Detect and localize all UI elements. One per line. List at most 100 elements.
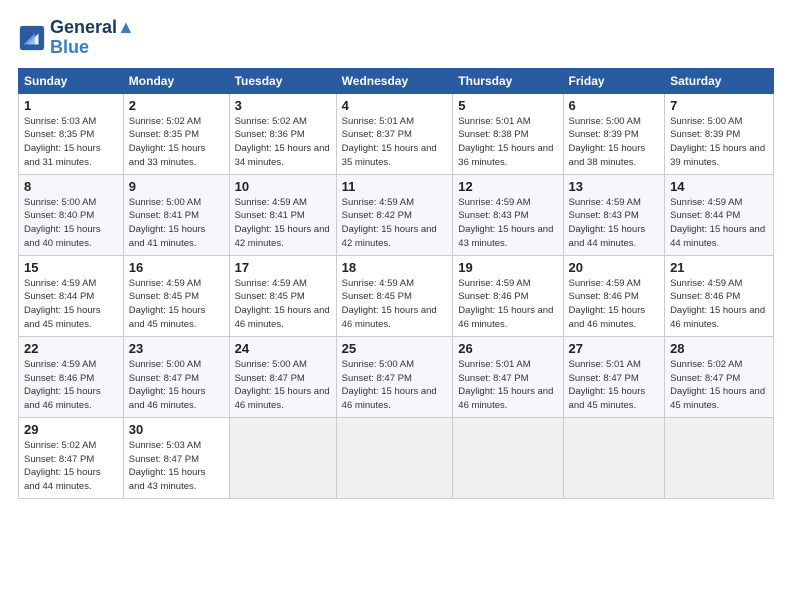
day-info: Sunrise: 5:00 AMSunset: 8:39 PMDaylight:… — [670, 115, 768, 170]
col-header-friday: Friday — [563, 68, 665, 93]
day-info: Sunrise: 4:59 AMSunset: 8:46 PMDaylight:… — [569, 277, 660, 332]
logo-icon — [18, 24, 46, 52]
day-info: Sunrise: 5:00 AMSunset: 8:39 PMDaylight:… — [569, 115, 660, 170]
day-info: Sunrise: 4:59 AMSunset: 8:44 PMDaylight:… — [24, 277, 118, 332]
calendar-cell: 18 Sunrise: 4:59 AMSunset: 8:45 PMDayligh… — [336, 255, 453, 336]
day-info: Sunrise: 5:00 AMSunset: 8:47 PMDaylight:… — [129, 358, 224, 413]
calendar-cell: 13 Sunrise: 4:59 AMSunset: 8:43 PMDayligh… — [563, 174, 665, 255]
day-info: Sunrise: 5:00 AMSunset: 8:47 PMDaylight:… — [235, 358, 331, 413]
calendar-cell: 24 Sunrise: 5:00 AMSunset: 8:47 PMDayligh… — [229, 336, 336, 417]
col-header-wednesday: Wednesday — [336, 68, 453, 93]
day-info: Sunrise: 5:00 AMSunset: 8:47 PMDaylight:… — [342, 358, 448, 413]
day-number: 1 — [24, 98, 118, 113]
day-number: 7 — [670, 98, 768, 113]
day-info: Sunrise: 5:01 AMSunset: 8:38 PMDaylight:… — [458, 115, 557, 170]
col-header-monday: Monday — [123, 68, 229, 93]
day-info: Sunrise: 5:02 AMSunset: 8:35 PMDaylight:… — [129, 115, 224, 170]
calendar-cell: 14 Sunrise: 4:59 AMSunset: 8:44 PMDayligh… — [665, 174, 774, 255]
calendar-cell — [336, 417, 453, 498]
calendar-cell: 8 Sunrise: 5:00 AMSunset: 8:40 PMDaylight… — [19, 174, 124, 255]
calendar-week-3: 22 Sunrise: 4:59 AMSunset: 8:46 PMDayligh… — [19, 336, 774, 417]
logo: General▲ Blue — [18, 18, 135, 58]
day-number: 27 — [569, 341, 660, 356]
day-number: 10 — [235, 179, 331, 194]
day-info: Sunrise: 4:59 AMSunset: 8:46 PMDaylight:… — [458, 277, 557, 332]
day-info: Sunrise: 4:59 AMSunset: 8:44 PMDaylight:… — [670, 196, 768, 251]
day-number: 5 — [458, 98, 557, 113]
day-info: Sunrise: 5:03 AMSunset: 8:47 PMDaylight:… — [129, 439, 224, 494]
calendar-cell: 20 Sunrise: 4:59 AMSunset: 8:46 PMDayligh… — [563, 255, 665, 336]
day-info: Sunrise: 4:59 AMSunset: 8:42 PMDaylight:… — [342, 196, 448, 251]
day-info: Sunrise: 4:59 AMSunset: 8:43 PMDaylight:… — [569, 196, 660, 251]
calendar-cell: 19 Sunrise: 4:59 AMSunset: 8:46 PMDayligh… — [453, 255, 563, 336]
col-header-tuesday: Tuesday — [229, 68, 336, 93]
calendar-cell: 7 Sunrise: 5:00 AMSunset: 8:39 PMDaylight… — [665, 93, 774, 174]
day-number: 17 — [235, 260, 331, 275]
calendar-cell: 17Sunrise: 4:59 AMSunset: 8:45 PMDayligh… — [229, 255, 336, 336]
day-info: Sunrise: 5:00 AMSunset: 8:40 PMDaylight:… — [24, 196, 118, 251]
day-number: 4 — [342, 98, 448, 113]
day-info: Sunrise: 5:01 AMSunset: 8:37 PMDaylight:… — [342, 115, 448, 170]
day-info: Sunrise: 5:02 AMSunset: 8:47 PMDaylight:… — [670, 358, 768, 413]
calendar-cell: 21 Sunrise: 4:59 AMSunset: 8:46 PMDayligh… — [665, 255, 774, 336]
calendar-cell: 1 Sunrise: 5:03 AMSunset: 8:35 PMDaylight… — [19, 93, 124, 174]
day-info: Sunrise: 4:59 AMSunset: 8:46 PMDaylight:… — [670, 277, 768, 332]
col-header-saturday: Saturday — [665, 68, 774, 93]
calendar-week-2: 15 Sunrise: 4:59 AMSunset: 8:44 PMDayligh… — [19, 255, 774, 336]
col-header-sunday: Sunday — [19, 68, 124, 93]
calendar-cell: 23 Sunrise: 5:00 AMSunset: 8:47 PMDayligh… — [123, 336, 229, 417]
calendar-cell — [665, 417, 774, 498]
day-info: Sunrise: 5:02 AMSunset: 8:47 PMDaylight:… — [24, 439, 118, 494]
day-number: 3 — [235, 98, 331, 113]
day-number: 24 — [235, 341, 331, 356]
day-number: 23 — [129, 341, 224, 356]
day-number: 12 — [458, 179, 557, 194]
calendar-cell — [563, 417, 665, 498]
calendar-cell: 2Sunrise: 5:02 AMSunset: 8:35 PMDaylight… — [123, 93, 229, 174]
day-number: 26 — [458, 341, 557, 356]
calendar-cell — [229, 417, 336, 498]
calendar-cell: 16 Sunrise: 4:59 AMSunset: 8:45 PMDayligh… — [123, 255, 229, 336]
calendar-cell: 6Sunrise: 5:00 AMSunset: 8:39 PMDaylight… — [563, 93, 665, 174]
calendar-table: SundayMondayTuesdayWednesdayThursdayFrid… — [18, 68, 774, 499]
calendar-cell: 15 Sunrise: 4:59 AMSunset: 8:44 PMDayligh… — [19, 255, 124, 336]
calendar-cell: 25 Sunrise: 5:00 AMSunset: 8:47 PMDayligh… — [336, 336, 453, 417]
page-header: General▲ Blue — [18, 18, 774, 58]
day-number: 28 — [670, 341, 768, 356]
day-number: 8 — [24, 179, 118, 194]
day-number: 21 — [670, 260, 768, 275]
calendar-cell: 12 Sunrise: 4:59 AMSunset: 8:43 PMDayligh… — [453, 174, 563, 255]
day-info: Sunrise: 4:59 AMSunset: 8:46 PMDaylight:… — [24, 358, 118, 413]
calendar-cell: 5 Sunrise: 5:01 AMSunset: 8:38 PMDaylight… — [453, 93, 563, 174]
day-number: 14 — [670, 179, 768, 194]
day-number: 18 — [342, 260, 448, 275]
calendar-week-4: 29 Sunrise: 5:02 AMSunset: 8:47 PMDayligh… — [19, 417, 774, 498]
day-info: Sunrise: 4:59 AMSunset: 8:45 PMDaylight:… — [342, 277, 448, 332]
calendar-week-1: 8 Sunrise: 5:00 AMSunset: 8:40 PMDaylight… — [19, 174, 774, 255]
day-number: 9 — [129, 179, 224, 194]
day-number: 29 — [24, 422, 118, 437]
day-info: Sunrise: 4:59 AMSunset: 8:43 PMDaylight:… — [458, 196, 557, 251]
day-number: 16 — [129, 260, 224, 275]
day-number: 20 — [569, 260, 660, 275]
day-info: Sunrise: 5:01 AMSunset: 8:47 PMDaylight:… — [458, 358, 557, 413]
calendar-cell — [453, 417, 563, 498]
day-number: 25 — [342, 341, 448, 356]
day-number: 22 — [24, 341, 118, 356]
day-number: 15 — [24, 260, 118, 275]
day-number: 11 — [342, 179, 448, 194]
calendar-cell: 30 Sunrise: 5:03 AMSunset: 8:47 PMDayligh… — [123, 417, 229, 498]
day-info: Sunrise: 4:59 AMSunset: 8:45 PMDaylight:… — [129, 277, 224, 332]
day-info: Sunrise: 5:01 AMSunset: 8:47 PMDaylight:… — [569, 358, 660, 413]
col-header-thursday: Thursday — [453, 68, 563, 93]
calendar-header-row: SundayMondayTuesdayWednesdayThursdayFrid… — [19, 68, 774, 93]
calendar-cell: 3Sunrise: 5:02 AMSunset: 8:36 PMDaylight… — [229, 93, 336, 174]
calendar-cell: 26 Sunrise: 5:01 AMSunset: 8:47 PMDayligh… — [453, 336, 563, 417]
day-info: Sunrise: 4:59 AMSunset: 8:41 PMDaylight:… — [235, 196, 331, 251]
day-number: 13 — [569, 179, 660, 194]
day-number: 30 — [129, 422, 224, 437]
logo-text: General▲ Blue — [50, 18, 135, 58]
day-info: Sunrise: 5:03 AMSunset: 8:35 PMDaylight:… — [24, 115, 118, 170]
calendar-cell: 22 Sunrise: 4:59 AMSunset: 8:46 PMDayligh… — [19, 336, 124, 417]
day-number: 19 — [458, 260, 557, 275]
